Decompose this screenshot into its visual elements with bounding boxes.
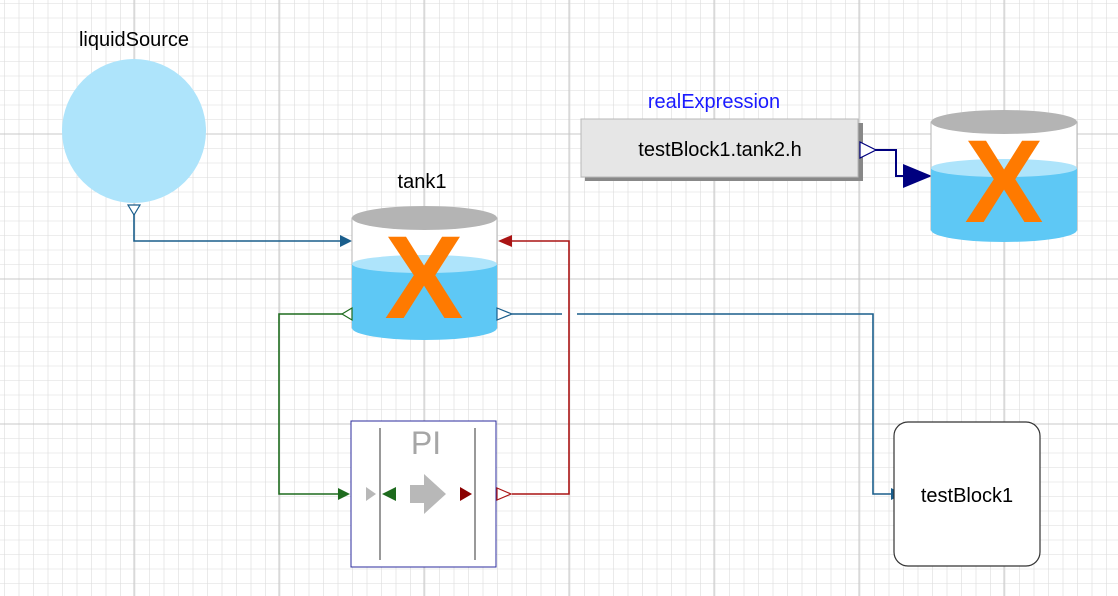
tank1-level-port[interactable] xyxy=(340,306,353,322)
connection-tank1-to-pi[interactable] xyxy=(278,313,342,495)
tank2-mark: X xyxy=(965,116,1044,248)
circle-source-icon xyxy=(62,59,206,203)
test-block[interactable]: testBlock1 xyxy=(893,421,1041,567)
tank2[interactable]: X xyxy=(930,110,1078,248)
real-expression-label: realExpression xyxy=(648,91,780,113)
pi-controller[interactable]: PI xyxy=(350,420,513,568)
tank1-label: tank1 xyxy=(398,171,447,193)
pi-label: PI xyxy=(411,425,441,461)
arrowhead-tank1-inlet xyxy=(340,235,352,247)
test-block-label: testBlock1 xyxy=(921,485,1013,507)
arrowhead-tank1-control xyxy=(498,235,512,247)
real-expression-output-port[interactable] xyxy=(859,141,878,159)
tank1[interactable]: tank1 X xyxy=(340,171,514,344)
pi-output-port[interactable] xyxy=(496,487,513,501)
arrowhead-tank2-input xyxy=(903,164,932,188)
tank1-outlet-port[interactable] xyxy=(496,307,514,321)
arrowhead-pi-input xyxy=(338,488,350,500)
tank1-mark: X xyxy=(385,212,464,344)
diagram-canvas: liquidSource tank1 X realExpression test… xyxy=(0,0,1118,596)
real-expression-value: testBlock1.tank2.h xyxy=(638,139,801,161)
liquid-source-port[interactable] xyxy=(126,204,142,217)
real-expression[interactable]: realExpression testBlock1.tank2.h xyxy=(580,91,878,181)
connections xyxy=(133,149,932,500)
liquid-source-label: liquidSource xyxy=(79,29,189,51)
